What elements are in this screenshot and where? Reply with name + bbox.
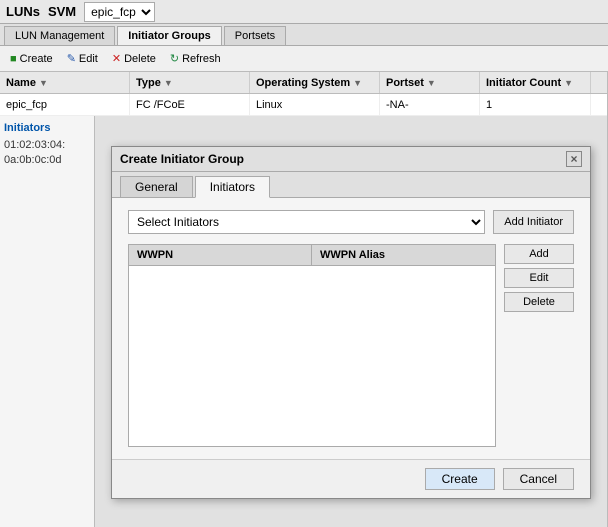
luns-label: LUNs [6, 4, 40, 19]
tab-portsets[interactable]: Portsets [224, 26, 286, 45]
sort-name-icon[interactable]: ▼ [39, 78, 48, 88]
sidebar: Initiators 01:02:03:04:0a:0b:0c:0d [0, 116, 95, 527]
col-os: Operating System ▼ [250, 72, 380, 93]
table-header: Name ▼ Type ▼ Operating System ▼ Portset… [0, 72, 607, 94]
inner-table-header: WWPN WWPN Alias [129, 245, 495, 266]
refresh-icon: ↻ [170, 52, 179, 65]
create-button[interactable]: ■ Create [6, 52, 57, 66]
modal-cancel-button[interactable]: Cancel [503, 468, 574, 490]
cell-portset: -NA- [380, 94, 480, 115]
tab-nav: LUN Management Initiator Groups Portsets [0, 24, 608, 46]
col-wwpn-alias: WWPN Alias [312, 245, 495, 265]
edit-side-button[interactable]: Edit [504, 268, 574, 288]
table-row[interactable]: epic_fcp FC /FCoE Linux -NA- 1 [0, 94, 607, 116]
initiator-select-row: Select Initiators Add Initiator [128, 210, 574, 234]
create-initiator-group-dialog: Create Initiator Group × General Initiat… [111, 146, 591, 499]
modal-body: Select Initiators Add Initiator WWPN WWP… [112, 198, 590, 459]
left-panel: Name ▼ Type ▼ Operating System ▼ Portset… [0, 72, 608, 527]
sidebar-initiators-label[interactable]: Initiators [4, 122, 90, 134]
tab-lun-management[interactable]: LUN Management [4, 26, 115, 45]
modal-create-button[interactable]: Create [425, 468, 495, 490]
edit-button[interactable]: ✎ Edit [63, 51, 102, 66]
col-name: Name ▼ [0, 72, 130, 93]
svm-label: SVM [48, 4, 76, 19]
create-icon: ■ [10, 53, 17, 65]
delete-icon: ✕ [112, 52, 121, 65]
sort-os-icon[interactable]: ▼ [353, 78, 362, 88]
sort-ic-icon[interactable]: ▼ [564, 78, 573, 88]
initiator-select[interactable]: Select Initiators [128, 210, 485, 234]
delete-side-button[interactable]: Delete [504, 292, 574, 312]
sort-type-icon[interactable]: ▼ [164, 78, 173, 88]
edit-label: Edit [79, 53, 98, 65]
refresh-label: Refresh [182, 53, 221, 65]
modal-footer: Create Cancel [112, 459, 590, 498]
col-type: Type ▼ [130, 72, 250, 93]
modal-titlebar: Create Initiator Group × [112, 147, 590, 172]
modal-title: Create Initiator Group [120, 152, 244, 166]
inner-table-container: WWPN WWPN Alias Add Edit Delete [128, 244, 574, 447]
add-button[interactable]: Add [504, 244, 574, 264]
sidebar-initiators-value: 01:02:03:04:0a:0b:0c:0d [4, 138, 90, 169]
toolbar: ■ Create ✎ Edit ✕ Delete ↻ Refresh [0, 46, 608, 72]
tab-general[interactable]: General [120, 176, 193, 197]
cell-os: Linux [250, 94, 380, 115]
delete-label: Delete [124, 53, 156, 65]
inner-table-body [129, 266, 495, 446]
tab-initiator-groups[interactable]: Initiator Groups [117, 26, 222, 45]
create-label: Create [20, 53, 53, 65]
col-portset: Portset ▼ [380, 72, 480, 93]
add-initiator-button[interactable]: Add Initiator [493, 210, 574, 234]
modal-close-button[interactable]: × [566, 151, 582, 167]
svm-dropdown[interactable]: epic_fcp [84, 2, 155, 22]
refresh-button[interactable]: ↻ Refresh [166, 51, 225, 66]
wwpn-table: WWPN WWPN Alias [128, 244, 496, 447]
side-buttons: Add Edit Delete [504, 244, 574, 447]
cell-type: FC /FCoE [130, 94, 250, 115]
cell-ic: 1 [480, 94, 591, 115]
cell-name: epic_fcp [0, 94, 130, 115]
col-wwpn: WWPN [129, 245, 312, 265]
delete-button[interactable]: ✕ Delete [108, 51, 160, 66]
modal-tabs: General Initiators [112, 172, 590, 198]
col-initiator-count: Initiator Count ▼ [480, 72, 591, 93]
tab-initiators[interactable]: Initiators [195, 176, 270, 198]
edit-icon: ✎ [67, 52, 76, 65]
sort-portset-icon[interactable]: ▼ [427, 78, 436, 88]
top-bar: LUNs SVM epic_fcp [0, 0, 608, 24]
main-content: Name ▼ Type ▼ Operating System ▼ Portset… [0, 72, 608, 527]
modal-overlay: Create Initiator Group × General Initiat… [95, 116, 607, 527]
